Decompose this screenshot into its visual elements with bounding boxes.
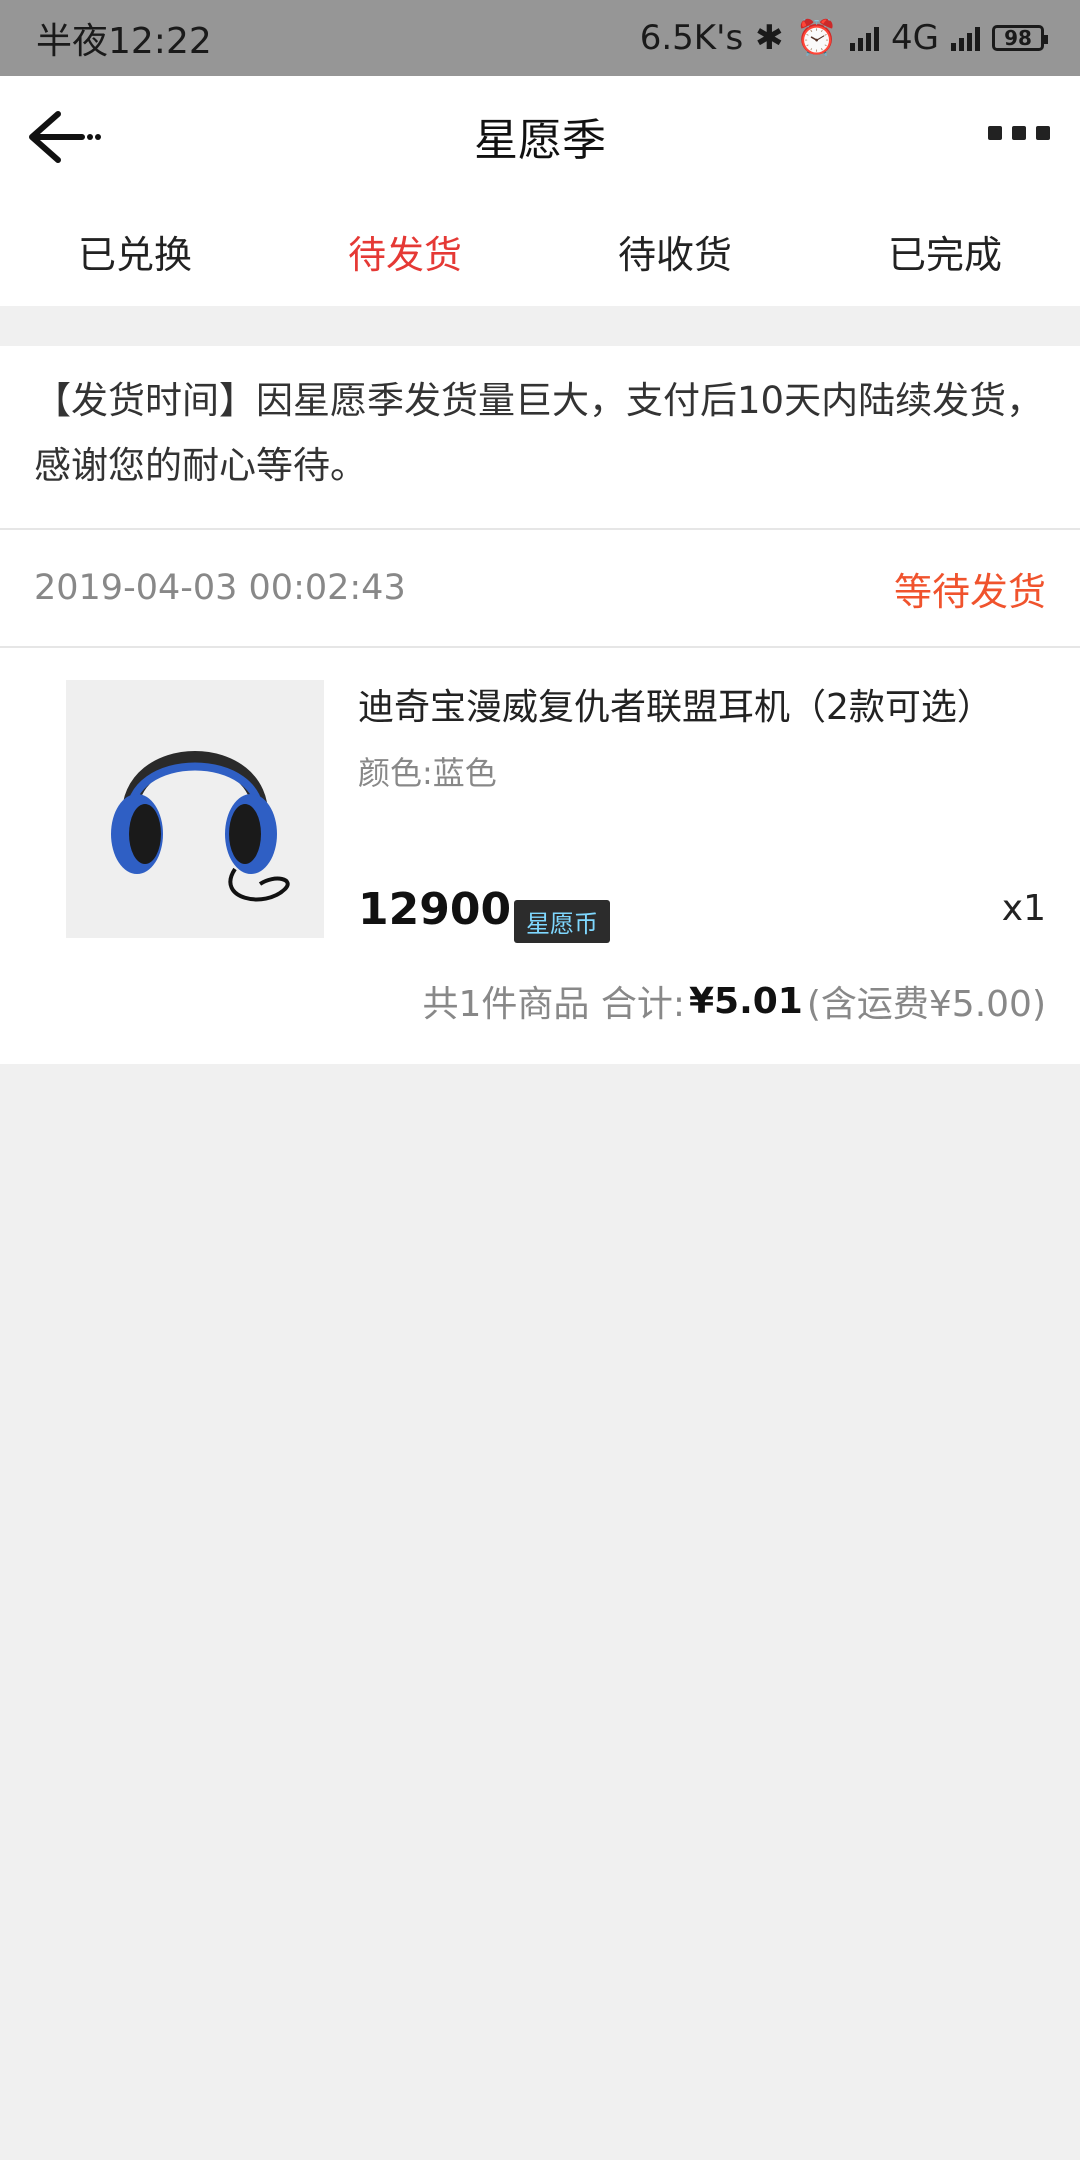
product-spec: 颜色:蓝色 [358, 754, 497, 792]
signal-icon [850, 25, 880, 51]
order-header: 2019-04-03 00:02:43 等待发货 [0, 530, 1080, 648]
signal-icon-2 [951, 25, 980, 51]
bluetooth-icon: ✱ [755, 18, 784, 58]
status-time: 半夜12:22 [36, 21, 212, 62]
battery-icon: 98 [992, 25, 1048, 51]
order-summary: 共1件商品 合计: ¥5.01 (含运费¥5.00) [0, 938, 1080, 1064]
nav-bar: 星愿季 [0, 76, 1080, 196]
more-icon[interactable] [988, 126, 1050, 140]
product-image [66, 680, 324, 938]
tab-exchanged[interactable]: 已兑换 [0, 196, 270, 306]
order-item[interactable]: 迪奇宝漫威复仇者联盟耳机（2款可选） 颜色:蓝色 12900 星愿币 x1 [0, 648, 1080, 943]
product-quantity: x1 [1001, 888, 1046, 929]
network-speed: 6.5K's [639, 18, 744, 58]
battery-level: 98 [1004, 26, 1032, 50]
tab-completed[interactable]: 已完成 [810, 196, 1080, 306]
tab-pending-shipment[interactable]: 待发货 [270, 196, 540, 306]
network-type: 4G [891, 18, 939, 58]
summary-shipping: (含运费¥5.00) [806, 984, 1046, 1025]
order-time: 2019-04-03 00:02:43 [34, 568, 406, 608]
back-arrow-icon[interactable] [24, 102, 104, 172]
product-price: 12900 [358, 884, 512, 935]
page-title: 星愿季 [474, 115, 606, 166]
headphones-icon [111, 751, 290, 902]
status-icons: 6.5K's ✱ ⏰ 4G 98 [639, 18, 1048, 58]
status-bar: 半夜12:22 6.5K's ✱ ⏰ 4G 98 [0, 0, 1080, 76]
product-title: 迪奇宝漫威复仇者联盟耳机（2款可选） [358, 687, 993, 728]
order-tabs: 已兑换 待发货 待收货 已完成 [0, 196, 1080, 306]
alarm-icon: ⏰ [795, 18, 839, 58]
summary-count: 共1件商品 合计: [422, 984, 685, 1025]
shipping-notice: 【发货时间】因星愿季发货量巨大，支付后10天内陆续发货，感谢您的耐心等待。 [0, 346, 1080, 530]
order-status: 等待发货 [893, 569, 1046, 614]
summary-total: ¥5.01 [688, 980, 803, 1022]
currency-badge: 星愿币 [514, 900, 610, 943]
tab-pending-receipt[interactable]: 待收货 [540, 196, 810, 306]
